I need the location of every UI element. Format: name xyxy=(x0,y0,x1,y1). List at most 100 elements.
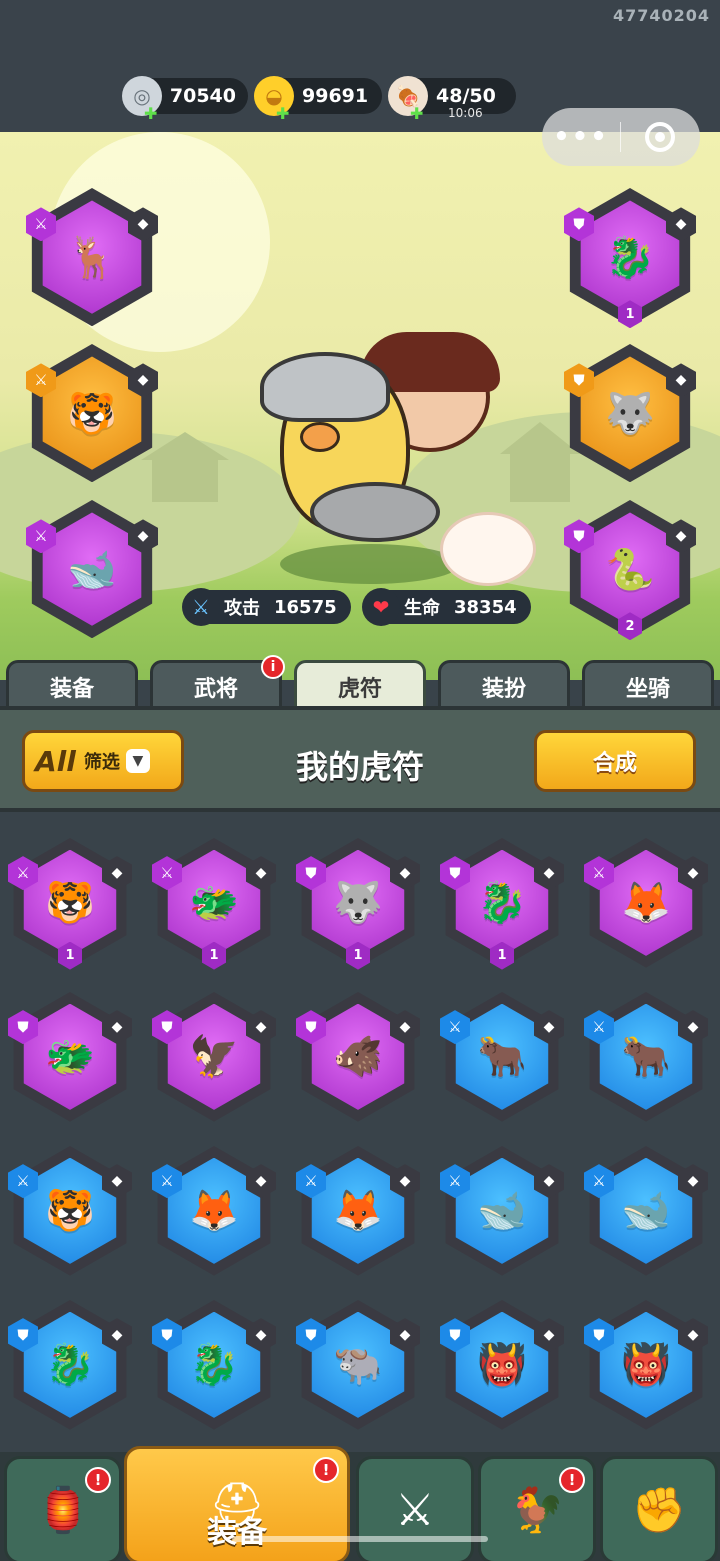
tab-5[interactable]: 坐骑 xyxy=(582,660,714,710)
tally-badge[interactable]: 👹 ⛊ ◆ xyxy=(584,1300,708,1430)
silver-resource[interactable]: ◎ 70540 ✚ xyxy=(122,76,248,123)
hp-value: 38354 xyxy=(454,596,517,618)
nav-upgrade-button[interactable]: ✊ xyxy=(600,1456,718,1561)
add-silver-icon[interactable]: ✚ xyxy=(144,104,157,123)
filter-label: 筛选 xyxy=(83,752,120,773)
tally-badge[interactable]: 🦌 ⚔ ◆ xyxy=(26,188,158,327)
tally-badge[interactable]: 🦅 ⛊ ◆ xyxy=(152,992,276,1122)
tally-badge[interactable]: 🐯 ⚔ ◆ xyxy=(26,344,158,483)
panel-title: 我的虎符 xyxy=(295,748,424,786)
beast-emblem-icon: 🦊 xyxy=(621,880,671,927)
beast-emblem-icon: 🐺 xyxy=(605,390,655,437)
tab-label: 装扮 xyxy=(481,676,526,702)
character-scene: 🦌 ⚔ ◆ 🐉 ⛊ ◆ 1 🐯 ⚔ ◆ 🐺 ⛊ ◆ 🐋 ⚔ ◆ 🐍 ⛊ ◆ 2 xyxy=(0,132,720,680)
home-indicator xyxy=(232,1536,488,1542)
hero-character[interactable] xyxy=(250,332,550,586)
tally-badge[interactable]: 🐲 ⚔ ◆ 1 xyxy=(152,838,276,970)
beast-emblem-icon: 🐉 xyxy=(189,1342,239,1389)
beast-emblem-icon: 🐯 xyxy=(45,880,95,927)
nav-equipment-button[interactable]: ⛑ 装备! xyxy=(124,1446,350,1561)
target-close-icon[interactable] xyxy=(621,122,699,152)
beast-emblem-icon: 🐂 xyxy=(477,1034,527,1081)
nav-shop-button[interactable]: 🏮! xyxy=(4,1456,122,1561)
tab-2[interactable]: 武将 i xyxy=(150,655,285,710)
heart-icon: ❤ xyxy=(362,588,400,626)
tally-badge[interactable]: 🐉 ⛊ ◆ 1 xyxy=(440,838,564,970)
user-id: 47740204 xyxy=(612,6,710,25)
tab-1[interactable]: 装备 xyxy=(6,660,138,710)
filter-button[interactable]: All 筛选 ▼ xyxy=(22,730,184,792)
battle-icon: ⚔ xyxy=(395,1484,435,1536)
beast-emblem-icon: 🐲 xyxy=(189,880,239,927)
tally-badge[interactable]: 🦊 ⚔ ◆ xyxy=(584,838,708,968)
tally-badge[interactable]: 🐋 ⚔ ◆ xyxy=(26,500,158,639)
hp-label: 生命 xyxy=(404,598,440,619)
panel-header: All 筛选 ▼ 我的虎符 合成 xyxy=(0,706,720,812)
attack-stat: ⚔ 攻击 16575 xyxy=(182,588,351,626)
attack-label: 攻击 xyxy=(224,598,260,619)
tally-badge[interactable]: 🐉 ⛊ ◆ xyxy=(8,1300,132,1430)
tally-badge[interactable]: 🦊 ⚔ ◆ xyxy=(152,1146,276,1276)
tally-badge[interactable]: 🐯 ⚔ ◆ 1 xyxy=(8,838,132,970)
tally-badge[interactable]: 🐲 ⛊ ◆ xyxy=(8,992,132,1122)
alert-badge: ! xyxy=(313,1457,339,1483)
tally-badge[interactable]: 🐃 ⛊ ◆ xyxy=(296,1300,420,1430)
tally-badge[interactable]: 🐺 ⛊ ◆ xyxy=(564,344,696,483)
beast-emblem-icon: 🐗 xyxy=(333,1034,383,1081)
tally-badge[interactable]: 🐺 ⛊ ◆ 1 xyxy=(296,838,420,970)
stamina-value: 48/50 xyxy=(436,85,496,107)
upgrade-icon: ✊ xyxy=(631,1485,687,1536)
beast-emblem-icon: 🐉 xyxy=(605,234,655,281)
tally-badge[interactable]: 🐉 ⛊ ◆ xyxy=(152,1300,276,1430)
nav-label: 装备 xyxy=(207,1515,267,1550)
beast-emblem-icon: 🐋 xyxy=(67,546,117,593)
beast-emblem-icon: 🐲 xyxy=(45,1034,95,1081)
attack-value: 16575 xyxy=(274,596,337,618)
add-stamina-icon[interactable]: ✚ xyxy=(410,104,423,123)
filter-all-label: All xyxy=(35,744,76,778)
dropdown-arrow-icon: ▼ xyxy=(125,749,150,773)
notification-badge: i xyxy=(261,655,285,679)
nav-heroes-button[interactable]: 🐓! xyxy=(478,1456,596,1561)
silver-value: 70540 xyxy=(169,85,236,107)
add-gold-icon[interactable]: ✚ xyxy=(276,104,289,123)
gold-value: 99691 xyxy=(302,85,369,107)
beast-emblem-icon: 🦌 xyxy=(67,234,117,281)
miniprogram-capsule: ••• xyxy=(542,108,700,166)
tally-badge[interactable]: 🐋 ⚔ ◆ xyxy=(440,1146,564,1276)
tally-badge[interactable]: 🐂 ⚔ ◆ xyxy=(584,992,708,1122)
tally-badge[interactable]: 🐉 ⛊ ◆ 1 xyxy=(564,188,696,329)
beast-emblem-icon: 🐋 xyxy=(621,1188,671,1235)
nav-battle-button[interactable]: ⚔ xyxy=(356,1456,474,1561)
tally-badge[interactable]: 🐋 ⚔ ◆ xyxy=(584,1146,708,1276)
tab-4[interactable]: 装扮 xyxy=(438,660,570,710)
tally-badge[interactable]: 🐂 ⚔ ◆ xyxy=(440,992,564,1122)
tab-label: 武将 xyxy=(193,676,238,702)
tally-badge[interactable]: 🐗 ⛊ ◆ xyxy=(296,992,420,1122)
tab-bar: 装备 武将 i 虎符 装扮 坐骑 xyxy=(0,655,720,710)
tally-badge[interactable]: 👹 ⛊ ◆ xyxy=(440,1300,564,1430)
beast-emblem-icon: 🐉 xyxy=(477,880,527,927)
stamina-resource[interactable]: 🍖 48/50 10:06 ✚ xyxy=(388,76,516,123)
beast-emblem-icon: 🐉 xyxy=(45,1342,95,1389)
tally-badge[interactable]: 🐍 ⛊ ◆ 2 xyxy=(564,500,696,641)
hp-stat: ❤ 生命 38354 xyxy=(362,588,531,626)
gold-resource[interactable]: ◒ 99691 ✚ xyxy=(254,76,382,123)
tab-label: 装备 xyxy=(49,676,94,702)
beast-emblem-icon: 🦅 xyxy=(189,1034,239,1081)
beast-emblem-icon: 🐂 xyxy=(621,1034,671,1081)
more-dots-icon[interactable]: ••• xyxy=(542,122,620,152)
tab-3[interactable]: 虎符 xyxy=(294,660,426,710)
beast-emblem-icon: 🦊 xyxy=(189,1188,239,1235)
chicken-beak xyxy=(300,422,340,452)
tally-badge[interactable]: 🦊 ⚔ ◆ xyxy=(296,1146,420,1276)
sword-icon: ⚔ xyxy=(182,588,220,626)
beast-emblem-icon: 🐋 xyxy=(477,1188,527,1235)
bottom-nav: 🏮! ⛑ 装备! ⚔ 🐓! ✊ xyxy=(0,1446,720,1561)
merge-button[interactable]: 合成 xyxy=(534,730,696,792)
beast-emblem-icon: 👹 xyxy=(477,1342,527,1389)
tab-label: 坐骑 xyxy=(625,676,670,702)
alert-badge: ! xyxy=(85,1467,111,1493)
tally-badge[interactable]: 🐯 ⚔ ◆ xyxy=(8,1146,132,1276)
alert-badge: ! xyxy=(559,1467,585,1493)
